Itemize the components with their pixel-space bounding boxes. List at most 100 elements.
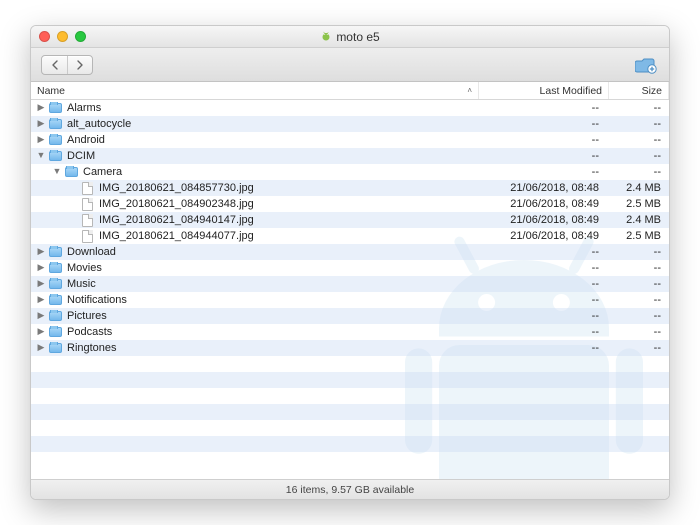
- cell-name: Camera: [31, 166, 479, 178]
- cell-name: IMG_20180621_084857730.jpg: [31, 182, 479, 195]
- item-name: IMG_20180621_084857730.jpg: [99, 182, 254, 194]
- android-icon: [320, 31, 332, 43]
- cell-name: Android: [31, 134, 479, 146]
- disclosure-right-icon[interactable]: [35, 310, 47, 321]
- table-row[interactable]: Camera----: [31, 164, 669, 180]
- traffic-lights: [39, 31, 86, 42]
- item-name: Pictures: [67, 310, 107, 322]
- column-size[interactable]: Size: [609, 82, 669, 99]
- cell-name: Download: [31, 246, 479, 258]
- cell-name: Music: [31, 278, 479, 290]
- disclosure-down-icon[interactable]: [51, 166, 63, 176]
- table-row[interactable]: Movies----: [31, 260, 669, 276]
- item-name: IMG_20180621_084902348.jpg: [99, 198, 254, 210]
- back-button[interactable]: [42, 56, 67, 74]
- cell-name: IMG_20180621_084902348.jpg: [31, 198, 479, 211]
- cell-size: 2.4 MB: [609, 214, 669, 226]
- zoom-button[interactable]: [75, 31, 86, 42]
- table-row[interactable]: IMG_20180621_084940147.jpg21/06/2018, 08…: [31, 212, 669, 228]
- file-icon: [82, 182, 93, 195]
- cell-name: Movies: [31, 262, 479, 274]
- table-row[interactable]: Alarms----: [31, 100, 669, 116]
- column-last-modified-label: Last Modified: [540, 85, 602, 97]
- cell-last-modified: --: [479, 118, 609, 130]
- table-row[interactable]: IMG_20180621_084857730.jpg 21/06/2018, 08…: [31, 180, 669, 196]
- empty-row: [31, 420, 669, 436]
- table-row[interactable]: Download----: [31, 244, 669, 260]
- file-icon: [82, 214, 93, 227]
- item-name: Movies: [67, 262, 102, 274]
- titlebar[interactable]: moto e5: [31, 26, 669, 48]
- nav-buttons: [41, 55, 93, 75]
- item-name: Music: [67, 278, 96, 290]
- file-transfer-window: moto e5 Name ˄ Last Modified: [30, 25, 670, 500]
- item-name: Camera: [83, 166, 122, 178]
- disclosure-right-icon[interactable]: [35, 278, 47, 289]
- status-bar: 16 items, 9.57 GB available: [31, 479, 669, 499]
- item-name: Alarms: [67, 102, 101, 114]
- cell-size: 2.4 MB: [609, 182, 669, 194]
- disclosure-right-icon[interactable]: [35, 118, 47, 129]
- item-name: Android: [67, 134, 105, 146]
- forward-button[interactable]: [67, 56, 92, 74]
- cell-size: --: [609, 150, 669, 162]
- cell-size: --: [609, 326, 669, 338]
- disclosure-right-icon[interactable]: [35, 326, 47, 337]
- disclosure-right-icon[interactable]: [35, 134, 47, 145]
- cell-last-modified: --: [479, 134, 609, 146]
- cell-last-modified: 21/06/2018, 08:49: [479, 214, 609, 226]
- item-name: alt_autocycle: [67, 118, 131, 130]
- disclosure-right-icon[interactable]: [35, 342, 47, 353]
- cell-last-modified: --: [479, 102, 609, 114]
- cell-size: 2.5 MB: [609, 198, 669, 210]
- cell-name: alt_autocycle: [31, 118, 479, 130]
- cell-size: 2.5 MB: [609, 230, 669, 242]
- disclosure-right-icon[interactable]: [35, 246, 47, 257]
- folder-icon: [49, 103, 62, 113]
- disclosure-right-icon[interactable]: [35, 262, 47, 273]
- empty-row: [31, 356, 669, 372]
- table-row[interactable]: Music----: [31, 276, 669, 292]
- cell-name: DCIM: [31, 150, 479, 162]
- column-name[interactable]: Name ˄: [31, 82, 479, 99]
- table-row[interactable]: Android----: [31, 132, 669, 148]
- sort-ascending-icon: ˄: [467, 86, 472, 95]
- toolbar: [31, 48, 669, 82]
- empty-row: [31, 388, 669, 404]
- disclosure-right-icon[interactable]: [35, 102, 47, 113]
- cell-size: --: [609, 294, 669, 306]
- cell-last-modified: --: [479, 150, 609, 162]
- folder-icon: [49, 119, 62, 129]
- disclosure-down-icon[interactable]: [35, 150, 47, 160]
- table-row[interactable]: DCIM----: [31, 148, 669, 164]
- close-button[interactable]: [39, 31, 50, 42]
- cell-name: Alarms: [31, 102, 479, 114]
- table-row[interactable]: Ringtones----: [31, 340, 669, 356]
- item-name: Notifications: [67, 294, 127, 306]
- cell-size: --: [609, 278, 669, 290]
- table-row[interactable]: alt_autocycle----: [31, 116, 669, 132]
- folder-icon: [49, 151, 62, 161]
- cell-size: --: [609, 262, 669, 274]
- item-name: IMG_20180621_084944077.jpg: [99, 230, 254, 242]
- table-row[interactable]: IMG_20180621_084944077.jpg21/06/2018, 08…: [31, 228, 669, 244]
- cell-last-modified: 21/06/2018, 08:49: [479, 198, 609, 210]
- file-list[interactable]: Alarms----alt_autocycle----Android----DC…: [31, 100, 669, 479]
- column-last-modified[interactable]: Last Modified: [479, 82, 609, 99]
- cell-last-modified: 21/06/2018, 08:48: [479, 182, 609, 194]
- column-size-label: Size: [642, 85, 662, 97]
- cell-size: --: [609, 310, 669, 322]
- cell-name: IMG_20180621_084944077.jpg: [31, 230, 479, 243]
- disclosure-right-icon[interactable]: [35, 294, 47, 305]
- file-icon: [82, 198, 93, 211]
- minimize-button[interactable]: [57, 31, 68, 42]
- new-folder-button[interactable]: [633, 54, 659, 76]
- cell-name: IMG_20180621_084940147.jpg: [31, 214, 479, 227]
- item-name: Ringtones: [67, 342, 117, 354]
- folder-icon: [49, 311, 62, 321]
- table-row[interactable]: IMG_20180621_084902348.jpg 21/06/2018, 08…: [31, 196, 669, 212]
- table-row[interactable]: Notifications----: [31, 292, 669, 308]
- table-row[interactable]: Pictures----: [31, 308, 669, 324]
- table-row[interactable]: Podcasts----: [31, 324, 669, 340]
- empty-row: [31, 452, 669, 468]
